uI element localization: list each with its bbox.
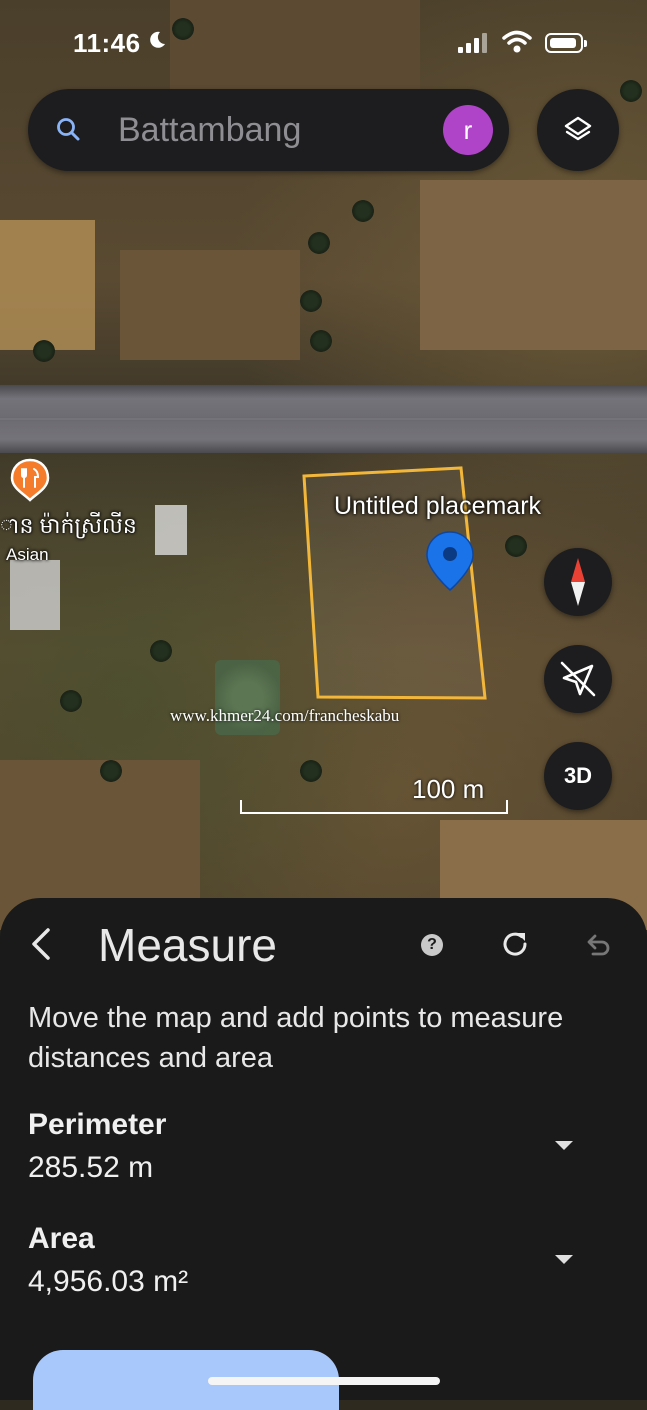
watermark-text: www.khmer24.com/francheskabu xyxy=(170,706,400,725)
measure-panel: Measure ? Move the map and add points to… xyxy=(0,898,647,1410)
cellular-signal-icon xyxy=(458,33,487,53)
battery-icon xyxy=(545,33,587,53)
area-label: Area xyxy=(28,1222,95,1255)
perimeter-label: Perimeter xyxy=(28,1108,167,1141)
perimeter-dropdown-icon[interactable] xyxy=(555,1141,573,1150)
search-icon[interactable] xyxy=(56,117,82,143)
page-title: Measure xyxy=(98,919,277,971)
layers-icon xyxy=(564,116,592,141)
refresh-icon[interactable] xyxy=(499,928,531,960)
measure-instructions: Move the map and add points to measure d… xyxy=(28,1002,564,1074)
wifi-icon xyxy=(502,30,532,53)
status-time: 11:46 xyxy=(73,28,141,58)
undo-icon[interactable] xyxy=(583,930,613,960)
perimeter-value: 285.52 m xyxy=(28,1151,154,1184)
compass-icon xyxy=(571,558,585,606)
location-tracking-button[interactable] xyxy=(544,645,612,713)
area-value: 4,956.03 m² xyxy=(28,1265,189,1298)
home-indicator[interactable] xyxy=(208,1377,440,1385)
moon-icon xyxy=(150,31,165,48)
compass-button[interactable] xyxy=(544,548,612,616)
search-bar[interactable]: Battambang r xyxy=(28,89,509,171)
area-dropdown-icon[interactable] xyxy=(555,1255,573,1264)
avatar[interactable]: r xyxy=(443,105,493,155)
help-icon[interactable]: ? xyxy=(421,934,443,956)
poi-label[interactable]: ាន ម៉ាក់ស្រីលីន xyxy=(0,512,137,544)
placemark-label[interactable]: Untitled placemark xyxy=(334,492,541,521)
location-pin-icon[interactable] xyxy=(425,530,475,592)
scale-bar xyxy=(240,800,508,814)
layers-button[interactable] xyxy=(537,89,619,171)
restaurant-pin-icon[interactable] xyxy=(10,458,50,502)
3d-toggle-button[interactable]: 3D xyxy=(544,742,612,810)
location-off-icon xyxy=(560,661,596,697)
poi-category: Asian xyxy=(6,545,49,564)
search-input[interactable]: Battambang xyxy=(118,111,301,150)
status-bar: 11:46 xyxy=(0,0,647,84)
chevron-left-icon[interactable] xyxy=(24,924,64,964)
